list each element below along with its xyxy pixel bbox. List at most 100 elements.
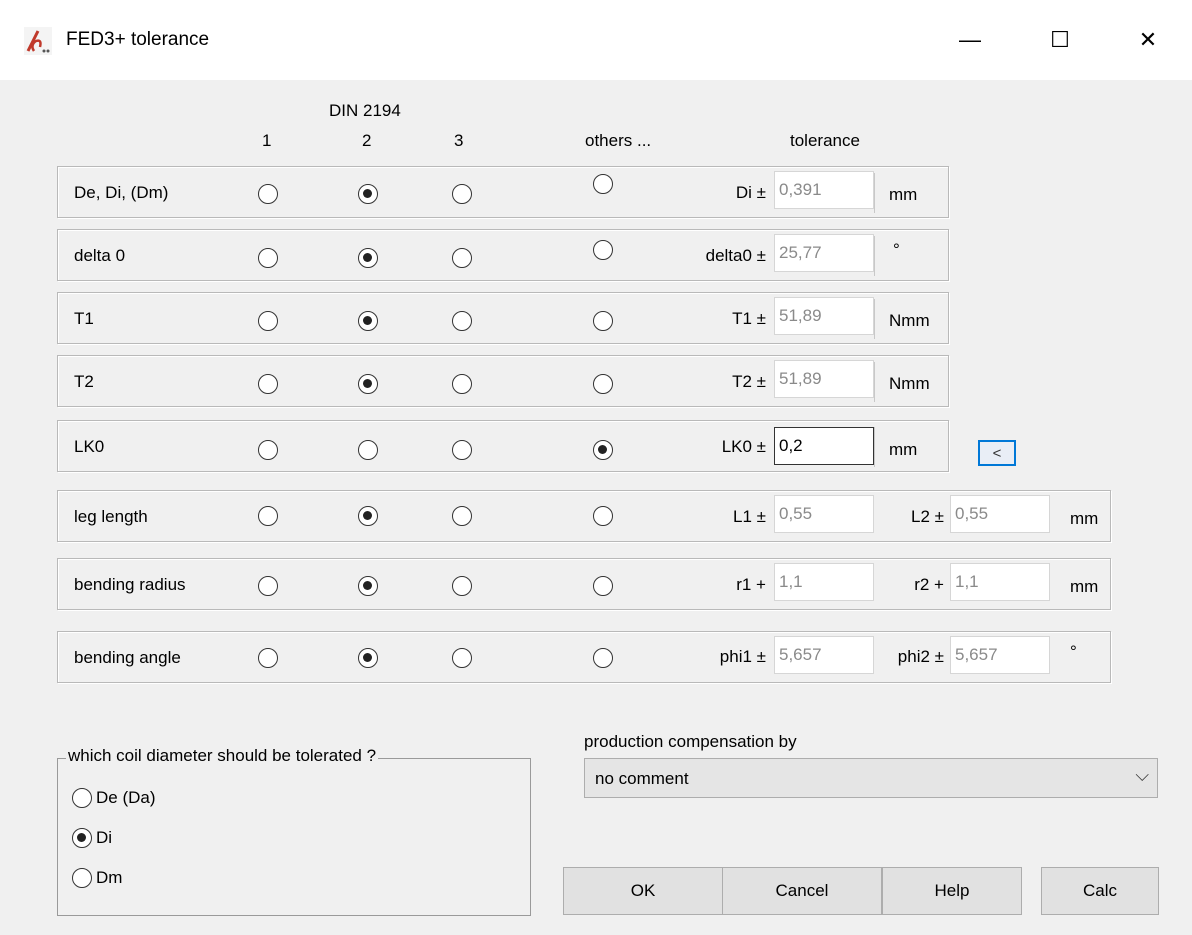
column-header-others: others ... — [585, 131, 652, 150]
tolerance-label: phi1 ± — [719, 647, 766, 666]
tolerance-label: T1 ± — [732, 309, 766, 328]
tolerance-input-phi2[interactable] — [950, 636, 1050, 674]
radio-row5-col3[interactable] — [452, 440, 472, 460]
radio-row3-col2[interactable] — [358, 311, 378, 331]
app-logo-icon — [24, 27, 52, 55]
tolerance-input-t2[interactable] — [774, 360, 874, 398]
coil-diameter-group — [57, 758, 531, 916]
unit-label: ° — [893, 240, 900, 259]
tolerance-label: r1 + — [736, 575, 766, 594]
divider — [874, 236, 875, 276]
row-label: bending radius — [74, 575, 186, 594]
unit-label: mm — [889, 440, 918, 459]
tolerance-label: L1 ± — [733, 507, 766, 526]
radio-coil-dm[interactable] — [72, 868, 92, 888]
window-title: FED3+ tolerance — [66, 29, 210, 50]
row-label: bending angle — [74, 648, 181, 667]
close-button[interactable]: ✕ — [1106, 0, 1190, 80]
chevron-down-icon: ⌵ — [1135, 765, 1149, 785]
radio-row1-others[interactable] — [593, 174, 613, 194]
radio-row8-col3[interactable] — [452, 648, 472, 668]
tolerance-label: Di ± — [735, 183, 766, 202]
tolerance-input-l2[interactable] — [950, 495, 1050, 533]
radio-row6-others[interactable] — [593, 506, 613, 526]
tolerance-input-di[interactable] — [774, 171, 874, 209]
radio-row5-others[interactable] — [593, 440, 613, 460]
tolerance-label: delta0 ± — [705, 246, 766, 265]
column-header-1: 1 — [262, 131, 272, 150]
radio-row2-others[interactable] — [593, 240, 613, 260]
select-value: no comment — [595, 769, 689, 788]
radio-row7-col3[interactable] — [452, 576, 472, 596]
unit-label: ° — [1070, 642, 1077, 661]
tolerance-input-r1[interactable] — [774, 563, 874, 601]
title-bar: FED3+ tolerance — ☐ ✕ — [0, 0, 1192, 80]
calc-button[interactable]: Calc — [1041, 867, 1159, 915]
radio-coil-de[interactable] — [72, 788, 92, 808]
row-label: LK0 — [74, 437, 105, 456]
radio-row8-others[interactable] — [593, 648, 613, 668]
tolerance-label: T2 ± — [732, 372, 766, 391]
unit-label: Nmm — [889, 374, 930, 393]
column-header-2: 2 — [362, 131, 372, 150]
radio-row3-col3[interactable] — [452, 311, 472, 331]
tolerance-input-t1[interactable] — [774, 297, 874, 335]
radio-coil-di[interactable] — [72, 828, 92, 848]
divider — [874, 173, 875, 213]
radio-row1-col3[interactable] — [452, 184, 472, 204]
coil-option-label: De (Da) — [96, 788, 156, 807]
column-header-3: 3 — [454, 131, 464, 150]
coil-option-label: Dm — [96, 868, 123, 887]
divider — [874, 299, 875, 339]
radio-row5-col1[interactable] — [258, 440, 278, 460]
ok-button[interactable]: OK — [563, 867, 723, 915]
production-compensation-select[interactable]: no comment ⌵ — [584, 758, 1158, 798]
maximize-button[interactable]: ☐ — [1018, 0, 1102, 80]
apply-arrow-button[interactable]: < — [978, 440, 1016, 466]
cancel-button[interactable]: Cancel — [722, 867, 882, 915]
unit-label: mm — [1070, 509, 1099, 528]
row-label: De, Di, (Dm) — [74, 183, 169, 202]
radio-row3-others[interactable] — [593, 311, 613, 331]
radio-row1-col2[interactable] — [358, 184, 378, 204]
radio-row4-col2[interactable] — [358, 374, 378, 394]
tolerance-input-l1[interactable] — [774, 495, 874, 533]
row-label: delta 0 — [74, 246, 126, 265]
radio-row5-col2[interactable] — [358, 440, 378, 460]
tolerance-label: L2 ± — [911, 507, 944, 526]
tolerance-input-phi1[interactable] — [774, 636, 874, 674]
radio-row2-col2[interactable] — [358, 248, 378, 268]
coil-option-label: Di — [96, 828, 113, 847]
help-button[interactable]: Help — [882, 867, 1022, 915]
tolerance-input-delta0[interactable] — [774, 234, 874, 272]
unit-label: mm — [1070, 577, 1099, 596]
radio-row7-others[interactable] — [593, 576, 613, 596]
tolerance-label: r2 + — [914, 575, 944, 594]
minimize-button[interactable]: — — [928, 0, 1012, 80]
radio-row6-col2[interactable] — [358, 506, 378, 526]
column-header-tolerance: tolerance — [790, 131, 860, 150]
radio-row8-col1[interactable] — [258, 648, 278, 668]
radio-row7-col1[interactable] — [258, 576, 278, 596]
tolerance-label: phi2 ± — [897, 647, 944, 666]
radio-row6-col1[interactable] — [258, 506, 278, 526]
radio-row7-col2[interactable] — [358, 576, 378, 596]
radio-row6-col3[interactable] — [452, 506, 472, 526]
radio-row4-others[interactable] — [593, 374, 613, 394]
radio-row1-col1[interactable] — [258, 184, 278, 204]
radio-row2-col1[interactable] — [258, 248, 278, 268]
row-label: T1 — [74, 309, 94, 328]
row-label: leg length — [74, 507, 148, 526]
coil-diameter-group-label: which coil diameter should be tolerated … — [66, 746, 379, 766]
radio-row2-col3[interactable] — [452, 248, 472, 268]
unit-label: Nmm — [889, 311, 930, 330]
tolerance-input-lk0[interactable] — [774, 427, 874, 465]
standard-header: DIN 2194 — [329, 101, 401, 120]
radio-row8-col2[interactable] — [358, 648, 378, 668]
radio-row4-col3[interactable] — [452, 374, 472, 394]
tolerance-input-r2[interactable] — [950, 563, 1050, 601]
row-label: T2 — [74, 372, 94, 391]
divider — [874, 427, 875, 467]
radio-row4-col1[interactable] — [258, 374, 278, 394]
radio-row3-col1[interactable] — [258, 311, 278, 331]
